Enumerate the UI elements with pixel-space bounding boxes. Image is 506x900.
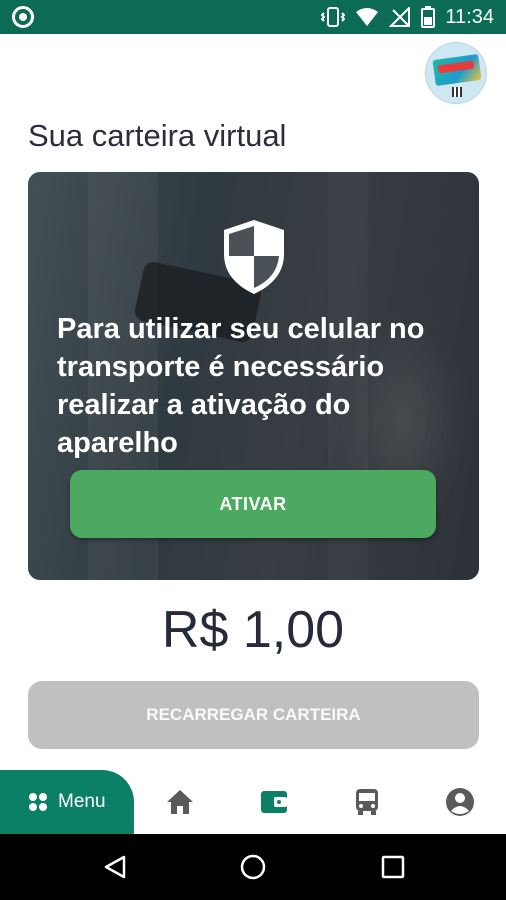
back-icon[interactable] xyxy=(100,852,130,882)
activation-message: Para utilizar seu celular no transporte … xyxy=(57,313,425,459)
menu-tab[interactable]: Menu xyxy=(0,770,134,834)
wifi-icon xyxy=(356,8,379,26)
wallet-icon[interactable] xyxy=(258,786,290,818)
recharge-wallet-button[interactable]: RECARREGAR CARTEIRA xyxy=(28,681,479,749)
bus-icon[interactable] xyxy=(351,786,383,818)
recents-icon[interactable] xyxy=(378,852,408,882)
status-bar: 11:34 xyxy=(0,0,506,34)
shield-icon xyxy=(221,218,287,296)
transit-card-avatar-icon[interactable] xyxy=(425,42,487,104)
system-navigation-bar xyxy=(0,834,506,900)
activate-button[interactable]: ATIVAR xyxy=(70,470,436,538)
activation-card: Para utilizar seu celular no transporte … xyxy=(28,172,479,580)
bottom-navigation: Menu xyxy=(0,770,506,834)
no-signal-icon xyxy=(389,7,411,27)
wallet-balance: R$ 1,00 xyxy=(161,601,345,659)
battery-icon xyxy=(421,6,436,28)
account-icon[interactable] xyxy=(444,786,476,818)
menu-label: Menu xyxy=(58,791,106,812)
vibrate-icon xyxy=(321,7,346,27)
home-circle-icon[interactable] xyxy=(238,852,268,882)
home-icon[interactable] xyxy=(164,786,196,818)
circle-notification-icon xyxy=(12,6,34,28)
status-time: 11:34 xyxy=(445,5,494,28)
menu-grid-icon xyxy=(29,793,47,811)
page-title: Sua carteira virtual xyxy=(28,118,287,153)
